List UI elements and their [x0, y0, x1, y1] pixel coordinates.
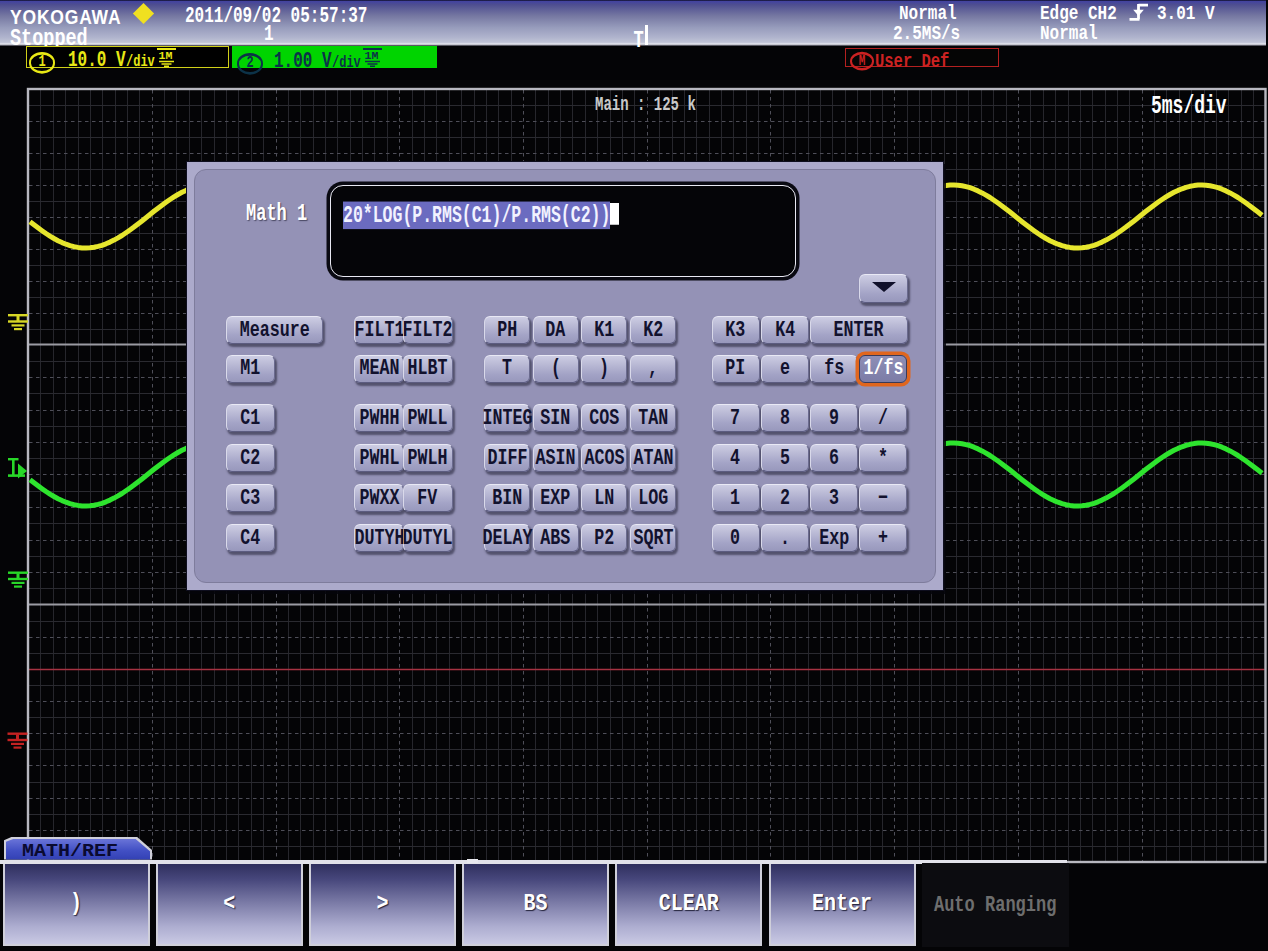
svg-text:1M: 1M: [159, 49, 173, 62]
svg-text:1M: 1M: [365, 49, 379, 62]
